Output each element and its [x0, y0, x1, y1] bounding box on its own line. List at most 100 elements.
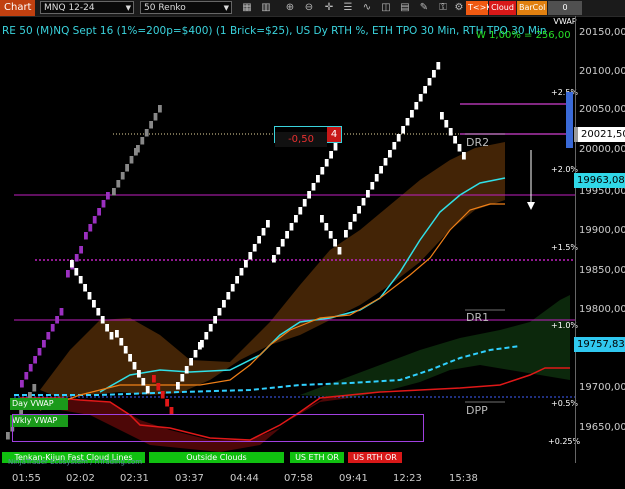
renko-brick [70, 260, 74, 268]
renko-brick [149, 121, 153, 129]
last-price-box: 20021,50 [574, 127, 625, 142]
lock-icon[interactable]: ⚿ [436, 1, 450, 15]
magnify-minus-icon[interactable]: ⊖ [302, 1, 316, 15]
instrument-value: MNQ 12-24 [44, 3, 95, 13]
renko-brick [453, 136, 457, 144]
x-tick: 15:38 [449, 473, 478, 484]
pct-label: +1.0% [551, 321, 579, 330]
legend-outside-clouds[interactable]: Outside Clouds [149, 452, 284, 463]
renko-brick [79, 246, 83, 254]
renko-brick [141, 378, 146, 386]
barcol-toggle-button[interactable]: BarCol [517, 1, 547, 15]
renko-brick [101, 200, 106, 208]
price-axis[interactable] [575, 16, 625, 463]
x-tick: 12:23 [393, 473, 422, 484]
renko-brick [24, 372, 29, 380]
crosshair-icon[interactable]: ✛ [322, 1, 336, 15]
renko-brick [55, 316, 59, 324]
renko-brick [285, 231, 289, 239]
renko-brick [180, 374, 185, 382]
renko-brick [204, 332, 209, 340]
order-offset: -0,50 [275, 132, 327, 147]
renko-brick [401, 126, 405, 134]
x-tick: 02:02 [66, 473, 95, 484]
properties-icon[interactable]: ☰ [341, 1, 355, 15]
weekly-range-box [12, 414, 424, 442]
renko-brick [239, 268, 244, 276]
renko-brick [46, 332, 51, 340]
instrument-selector[interactable]: MNQ 12-24 ▼ [40, 1, 134, 14]
renko-brick [432, 70, 436, 78]
renko-brick [423, 86, 427, 94]
renko-brick [6, 432, 10, 440]
renko-brick [280, 239, 285, 247]
renko-brick [328, 231, 333, 239]
renko-brick [448, 128, 453, 136]
renko-brick [333, 143, 338, 151]
renko-brick [74, 254, 79, 262]
x-tick: 03:37 [175, 473, 204, 484]
renko-brick [396, 134, 401, 142]
indicators-icon[interactable]: ∿ [360, 1, 374, 15]
bars-icon[interactable]: ▥ [259, 1, 273, 15]
renko-brick [289, 223, 294, 231]
renko-brick [370, 182, 375, 190]
renko-brick [357, 206, 361, 214]
renko-brick [311, 183, 316, 191]
chart-tab[interactable]: Chart [0, 0, 36, 16]
renko-brick [337, 247, 342, 255]
renko-brick [217, 308, 222, 316]
renko-brick [361, 198, 366, 206]
renko-brick [83, 284, 87, 292]
renko-brick [136, 145, 140, 153]
renko-brick [352, 214, 357, 222]
percent-readout: W 1,00% = 256,00 [476, 30, 571, 41]
strategy-icon[interactable]: ◫ [379, 1, 393, 15]
watermark: NinjaTrader Ecosystem / nTrading.com [8, 458, 143, 466]
template-icon[interactable]: ▤ [398, 1, 412, 15]
renko-brick [112, 188, 116, 196]
drawing-icon[interactable]: ✎ [417, 1, 431, 15]
chart-plot[interactable] [0, 16, 575, 463]
chevron-down-icon: ▼ [223, 4, 229, 12]
renko-brick [129, 156, 134, 164]
renko-brick [276, 247, 281, 255]
renko-brick [213, 316, 217, 324]
renko-brick [116, 180, 121, 188]
legend-us-eth-or[interactable]: US ETH OR [290, 452, 344, 463]
renko-brick [230, 284, 235, 292]
renko-brick [329, 151, 333, 159]
bar-type-selector[interactable]: 50 Renko ▼ [140, 1, 232, 14]
chart-title: RE 50 (M)NQ Sept 16 (1%=200p=$400) (1 Br… [2, 25, 547, 37]
order-qty[interactable]: 4 [327, 127, 341, 142]
renko-brick [123, 346, 128, 354]
x-tick: 02:31 [120, 473, 149, 484]
settings-icon[interactable]: ⚙ [452, 1, 466, 15]
calendar-icon[interactable]: ▦ [240, 1, 254, 15]
renko-brick [252, 244, 257, 252]
renko-brick [427, 78, 432, 86]
vwap-toggle-button[interactable]: 0 VWAP [548, 1, 582, 26]
down-arrow-head [527, 202, 535, 210]
legend-us-rth-or[interactable]: US RTH OR [348, 452, 402, 463]
y-tick: 19700,00 [579, 382, 625, 393]
renko-brick [208, 324, 213, 332]
magnify-plus-icon[interactable]: ⊕ [283, 1, 297, 15]
renko-brick [125, 164, 129, 172]
tk-toggle-button[interactable]: T<>K [466, 1, 492, 15]
chevron-down-icon: ▼ [125, 4, 131, 12]
cloud-toggle-button[interactable]: Cloud [489, 1, 516, 15]
renko-brick [176, 382, 180, 390]
pct-label: +2.5% [551, 88, 579, 97]
y-tick: 20100,00 [579, 66, 625, 77]
renko-brick [88, 224, 93, 232]
renko-brick [153, 113, 158, 121]
renko-brick [261, 228, 266, 236]
order-marker[interactable]: -0,50 4 [274, 126, 342, 147]
renko-brick [388, 150, 392, 158]
renko-brick [193, 350, 198, 358]
renko-brick [145, 386, 150, 394]
renko-brick [105, 324, 109, 332]
axis-scroll-handle[interactable] [566, 92, 573, 148]
renko-brick [109, 332, 114, 340]
